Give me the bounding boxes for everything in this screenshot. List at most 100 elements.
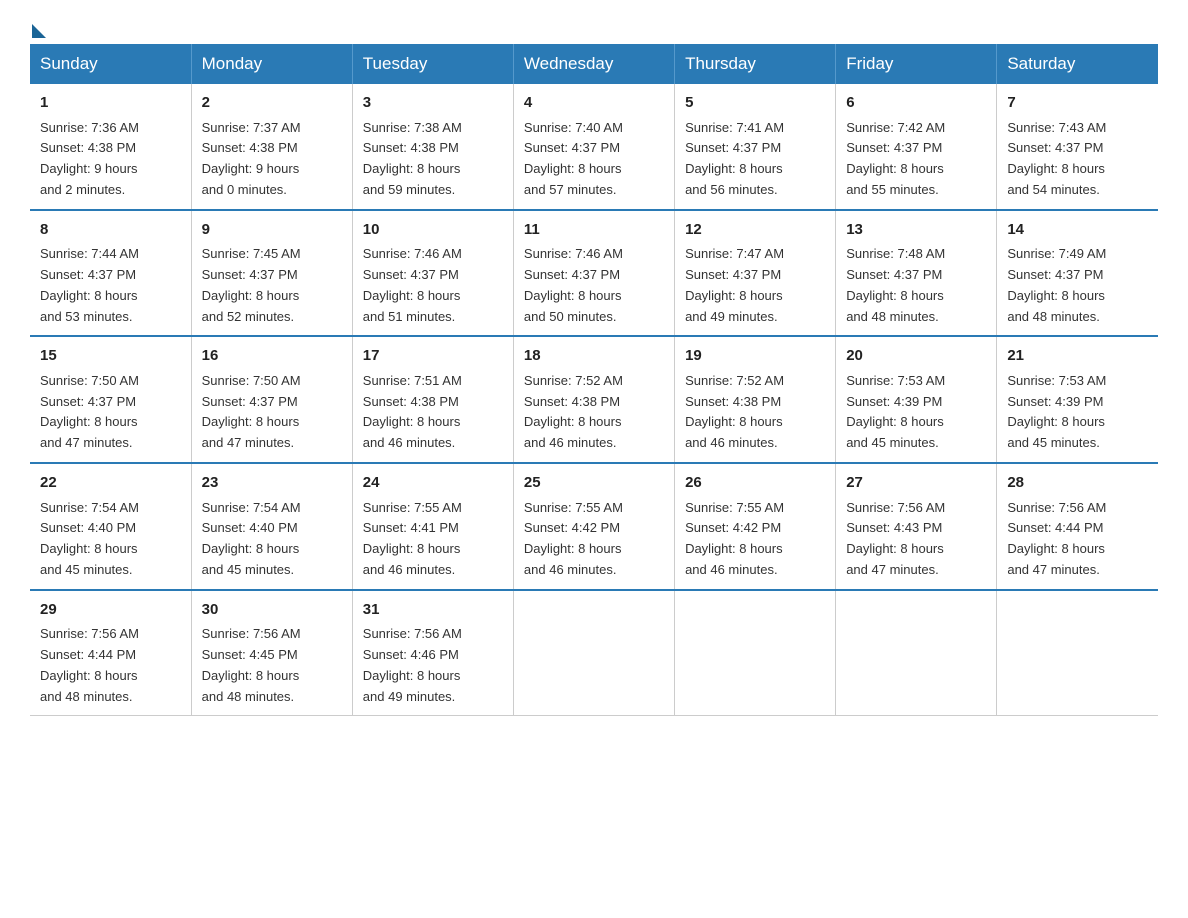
calendar-day-cell: 22Sunrise: 7:54 AMSunset: 4:40 PMDayligh… bbox=[30, 463, 191, 590]
day-number: 14 bbox=[1007, 219, 1148, 242]
day-number: 30 bbox=[202, 599, 342, 622]
day-number: 3 bbox=[363, 92, 503, 115]
calendar-day-cell: 29 Sunrise: 7:56 AMSunset: 4:44 PMDayligh… bbox=[30, 590, 191, 716]
day-info: Sunrise: 7:36 AMSunset: 4:38 PMDaylight:… bbox=[40, 120, 139, 197]
calendar-day-cell: 16 Sunrise: 7:50 AMSunset: 4:37 PMDayligh… bbox=[191, 336, 352, 463]
calendar-day-cell bbox=[513, 590, 674, 716]
calendar-week-5: 29 Sunrise: 7:56 AMSunset: 4:44 PMDayligh… bbox=[30, 590, 1158, 716]
day-number: 15 bbox=[40, 345, 181, 368]
day-number: 8 bbox=[40, 219, 181, 242]
calendar-day-cell: 11 Sunrise: 7:46 AMSunset: 4:37 PMDayligh… bbox=[513, 210, 674, 337]
day-number: 9 bbox=[202, 219, 342, 242]
day-number: 25 bbox=[524, 472, 664, 495]
calendar-day-cell: 1 Sunrise: 7:36 AMSunset: 4:38 PMDaylight… bbox=[30, 84, 191, 210]
day-info: Sunrise: 7:44 AMSunset: 4:37 PMDaylight:… bbox=[40, 246, 139, 323]
day-number: 16 bbox=[202, 345, 342, 368]
day-number: 23 bbox=[202, 472, 342, 495]
calendar-day-cell: 7 Sunrise: 7:43 AMSunset: 4:37 PMDaylight… bbox=[997, 84, 1158, 210]
day-number: 24 bbox=[363, 472, 503, 495]
day-number: 10 bbox=[363, 219, 503, 242]
calendar-day-cell: 13 Sunrise: 7:48 AMSunset: 4:37 PMDayligh… bbox=[836, 210, 997, 337]
calendar-day-cell: 24Sunrise: 7:55 AMSunset: 4:41 PMDayligh… bbox=[352, 463, 513, 590]
day-number: 5 bbox=[685, 92, 825, 115]
day-info: Sunrise: 7:53 AMSunset: 4:39 PMDaylight:… bbox=[1007, 373, 1106, 450]
calendar-header: SundayMondayTuesdayWednesdayThursdayFrid… bbox=[30, 44, 1158, 84]
logo-arrow-icon bbox=[32, 24, 46, 38]
day-info: Sunrise: 7:46 AMSunset: 4:37 PMDaylight:… bbox=[524, 246, 623, 323]
calendar-day-cell: 2 Sunrise: 7:37 AMSunset: 4:38 PMDaylight… bbox=[191, 84, 352, 210]
weekday-header-thursday: Thursday bbox=[675, 44, 836, 84]
day-info: Sunrise: 7:40 AMSunset: 4:37 PMDaylight:… bbox=[524, 120, 623, 197]
day-number: 29 bbox=[40, 599, 181, 622]
calendar-day-cell: 18 Sunrise: 7:52 AMSunset: 4:38 PMDayligh… bbox=[513, 336, 674, 463]
day-info: Sunrise: 7:56 AMSunset: 4:44 PMDaylight:… bbox=[40, 626, 139, 703]
day-number: 6 bbox=[846, 92, 986, 115]
day-info: Sunrise: 7:52 AMSunset: 4:38 PMDaylight:… bbox=[524, 373, 623, 450]
day-info: Sunrise: 7:38 AMSunset: 4:38 PMDaylight:… bbox=[363, 120, 462, 197]
day-number: 2 bbox=[202, 92, 342, 115]
day-info: Sunrise: 7:37 AMSunset: 4:38 PMDaylight:… bbox=[202, 120, 301, 197]
weekday-header-tuesday: Tuesday bbox=[352, 44, 513, 84]
calendar-week-2: 8 Sunrise: 7:44 AMSunset: 4:37 PMDaylight… bbox=[30, 210, 1158, 337]
day-info: Sunrise: 7:49 AMSunset: 4:37 PMDaylight:… bbox=[1007, 246, 1106, 323]
calendar-day-cell: 10 Sunrise: 7:46 AMSunset: 4:37 PMDayligh… bbox=[352, 210, 513, 337]
weekday-header-sunday: Sunday bbox=[30, 44, 191, 84]
day-info: Sunrise: 7:48 AMSunset: 4:37 PMDaylight:… bbox=[846, 246, 945, 323]
day-number: 18 bbox=[524, 345, 664, 368]
weekday-header-wednesday: Wednesday bbox=[513, 44, 674, 84]
day-info: Sunrise: 7:54 AMSunset: 4:40 PMDaylight:… bbox=[40, 500, 139, 577]
day-info: Sunrise: 7:46 AMSunset: 4:37 PMDaylight:… bbox=[363, 246, 462, 323]
day-number: 1 bbox=[40, 92, 181, 115]
day-number: 28 bbox=[1007, 472, 1148, 495]
weekday-header-saturday: Saturday bbox=[997, 44, 1158, 84]
day-info: Sunrise: 7:56 AMSunset: 4:45 PMDaylight:… bbox=[202, 626, 301, 703]
calendar-day-cell: 15 Sunrise: 7:50 AMSunset: 4:37 PMDayligh… bbox=[30, 336, 191, 463]
calendar-day-cell: 5Sunrise: 7:41 AMSunset: 4:37 PMDaylight… bbox=[675, 84, 836, 210]
day-number: 7 bbox=[1007, 92, 1148, 115]
day-number: 26 bbox=[685, 472, 825, 495]
calendar-day-cell: 17 Sunrise: 7:51 AMSunset: 4:38 PMDayligh… bbox=[352, 336, 513, 463]
day-number: 27 bbox=[846, 472, 986, 495]
day-number: 13 bbox=[846, 219, 986, 242]
day-number: 17 bbox=[363, 345, 503, 368]
calendar-day-cell: 19 Sunrise: 7:52 AMSunset: 4:38 PMDayligh… bbox=[675, 336, 836, 463]
day-info: Sunrise: 7:56 AMSunset: 4:46 PMDaylight:… bbox=[363, 626, 462, 703]
day-info: Sunrise: 7:51 AMSunset: 4:38 PMDaylight:… bbox=[363, 373, 462, 450]
calendar-day-cell: 28 Sunrise: 7:56 AMSunset: 4:44 PMDayligh… bbox=[997, 463, 1158, 590]
calendar-week-3: 15 Sunrise: 7:50 AMSunset: 4:37 PMDayligh… bbox=[30, 336, 1158, 463]
calendar-day-cell bbox=[675, 590, 836, 716]
logo bbox=[30, 20, 46, 34]
calendar-day-cell: 21 Sunrise: 7:53 AMSunset: 4:39 PMDayligh… bbox=[997, 336, 1158, 463]
day-number: 19 bbox=[685, 345, 825, 368]
calendar-day-cell: 14 Sunrise: 7:49 AMSunset: 4:37 PMDayligh… bbox=[997, 210, 1158, 337]
calendar-day-cell: 20Sunrise: 7:53 AMSunset: 4:39 PMDayligh… bbox=[836, 336, 997, 463]
day-info: Sunrise: 7:47 AMSunset: 4:37 PMDaylight:… bbox=[685, 246, 784, 323]
calendar-day-cell: 25Sunrise: 7:55 AMSunset: 4:42 PMDayligh… bbox=[513, 463, 674, 590]
calendar-day-cell: 23Sunrise: 7:54 AMSunset: 4:40 PMDayligh… bbox=[191, 463, 352, 590]
weekday-header-friday: Friday bbox=[836, 44, 997, 84]
day-info: Sunrise: 7:55 AMSunset: 4:42 PMDaylight:… bbox=[685, 500, 784, 577]
day-info: Sunrise: 7:50 AMSunset: 4:37 PMDaylight:… bbox=[40, 373, 139, 450]
calendar-day-cell: 4 Sunrise: 7:40 AMSunset: 4:37 PMDaylight… bbox=[513, 84, 674, 210]
day-info: Sunrise: 7:45 AMSunset: 4:37 PMDaylight:… bbox=[202, 246, 301, 323]
day-info: Sunrise: 7:43 AMSunset: 4:37 PMDaylight:… bbox=[1007, 120, 1106, 197]
calendar-week-4: 22Sunrise: 7:54 AMSunset: 4:40 PMDayligh… bbox=[30, 463, 1158, 590]
day-info: Sunrise: 7:52 AMSunset: 4:38 PMDaylight:… bbox=[685, 373, 784, 450]
page-header bbox=[30, 20, 1158, 34]
day-number: 21 bbox=[1007, 345, 1148, 368]
calendar-day-cell: 26 Sunrise: 7:55 AMSunset: 4:42 PMDayligh… bbox=[675, 463, 836, 590]
day-info: Sunrise: 7:42 AMSunset: 4:37 PMDaylight:… bbox=[846, 120, 945, 197]
day-number: 4 bbox=[524, 92, 664, 115]
calendar-day-cell: 6 Sunrise: 7:42 AMSunset: 4:37 PMDaylight… bbox=[836, 84, 997, 210]
day-number: 11 bbox=[524, 219, 664, 242]
calendar-day-cell: 9 Sunrise: 7:45 AMSunset: 4:37 PMDaylight… bbox=[191, 210, 352, 337]
calendar-day-cell: 31Sunrise: 7:56 AMSunset: 4:46 PMDayligh… bbox=[352, 590, 513, 716]
weekday-header-monday: Monday bbox=[191, 44, 352, 84]
day-info: Sunrise: 7:50 AMSunset: 4:37 PMDaylight:… bbox=[202, 373, 301, 450]
calendar-day-cell bbox=[836, 590, 997, 716]
day-info: Sunrise: 7:56 AMSunset: 4:44 PMDaylight:… bbox=[1007, 500, 1106, 577]
calendar-day-cell: 8 Sunrise: 7:44 AMSunset: 4:37 PMDaylight… bbox=[30, 210, 191, 337]
calendar-table: SundayMondayTuesdayWednesdayThursdayFrid… bbox=[30, 44, 1158, 716]
day-number: 12 bbox=[685, 219, 825, 242]
day-info: Sunrise: 7:53 AMSunset: 4:39 PMDaylight:… bbox=[846, 373, 945, 450]
